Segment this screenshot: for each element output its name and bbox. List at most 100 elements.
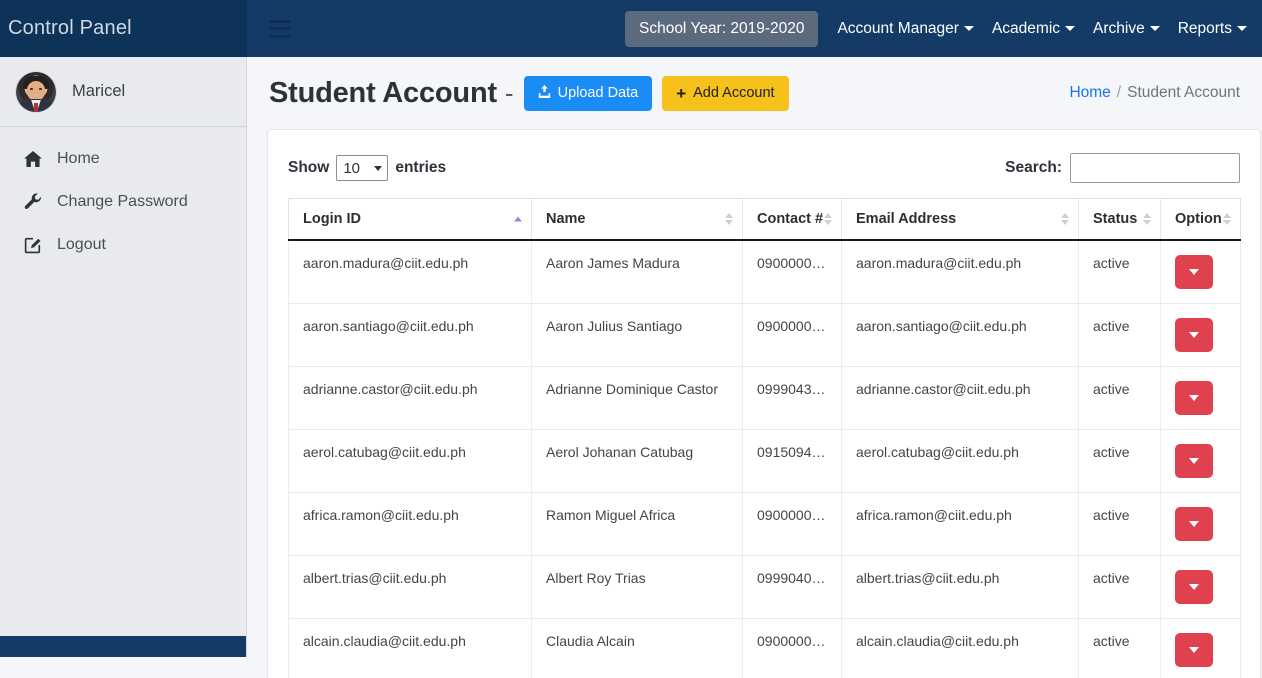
chevron-down-icon xyxy=(1150,26,1160,31)
main-content: Student Account - Upload Data + Add Acco… xyxy=(247,57,1262,678)
table-row: africa.ramon@ciit.edu.phRamon Miguel Afr… xyxy=(289,493,1241,556)
cell-email: africa.ramon@ciit.edu.ph xyxy=(842,493,1079,556)
cell-name: Claudia Alcain xyxy=(532,619,743,678)
sidebar-item-home[interactable]: Home xyxy=(0,137,246,180)
add-account-button[interactable]: + Add Account xyxy=(662,76,788,111)
option-dropdown-button[interactable] xyxy=(1175,507,1213,541)
page-length-control: Show 102550100 entries xyxy=(288,155,446,181)
show-label: Show xyxy=(288,159,329,177)
cell-contact: 09150940918 xyxy=(743,430,842,493)
cell-option xyxy=(1161,240,1241,304)
sidebar-item-logout[interactable]: Logout xyxy=(0,223,246,266)
breadcrumb-home-link[interactable]: Home xyxy=(1069,84,1110,101)
sort-icon xyxy=(824,213,832,225)
cell-name: Aerol Johanan Catubag xyxy=(532,430,743,493)
cell-name: Aaron James Madura xyxy=(532,240,743,304)
sort-icon xyxy=(725,213,733,225)
sidebar: Maricel Home Change Password xyxy=(0,57,247,657)
datatable-controls: Show 102550100 entries Search: xyxy=(288,148,1240,188)
avatar xyxy=(16,72,56,112)
page-length-select[interactable]: 102550100 xyxy=(336,155,388,181)
cell-login-id: aaron.santiago@ciit.edu.ph xyxy=(289,304,532,367)
cell-login-id: albert.trias@ciit.edu.ph xyxy=(289,556,532,619)
navbar-menu: School Year: 2019-2020 Account Manager A… xyxy=(625,11,1256,47)
option-dropdown-button[interactable] xyxy=(1175,570,1213,604)
upload-data-button-label: Upload Data xyxy=(558,85,639,101)
add-account-button-label: Add Account xyxy=(693,85,774,101)
table-row: alcain.claudia@ciit.edu.ph Claudia Alcain… xyxy=(289,619,1241,678)
sidebar-item-change-password[interactable]: Change Password xyxy=(0,180,246,223)
column-header-login-id-label: Login ID xyxy=(303,211,361,227)
chevron-down-icon xyxy=(1189,395,1199,401)
cell-status: active xyxy=(1079,556,1161,619)
chevron-down-icon xyxy=(1065,26,1075,31)
student-account-table: Login ID Name Contact # xyxy=(288,198,1241,678)
sort-ascending-icon xyxy=(514,217,522,222)
sidebar-user-name: Maricel xyxy=(72,82,125,101)
cell-login-id: adrianne.castor@ciit.edu.ph xyxy=(289,367,532,430)
brand-block: Control Panel xyxy=(0,0,247,57)
cell-email: adrianne.castor@ciit.edu.ph xyxy=(842,367,1079,430)
hamburger-icon[interactable] xyxy=(269,20,291,38)
search-input[interactable] xyxy=(1070,153,1240,183)
column-header-contact-label: Contact # xyxy=(757,211,823,227)
school-year-pill[interactable]: School Year: 2019-2020 xyxy=(625,11,818,47)
cell-status: active xyxy=(1079,430,1161,493)
option-dropdown-button[interactable] xyxy=(1175,255,1213,289)
chevron-down-icon xyxy=(1189,269,1199,275)
cell-contact: 09990430044 xyxy=(743,367,842,430)
option-dropdown-button[interactable] xyxy=(1175,633,1213,667)
sidebar-item-home-label: Home xyxy=(57,150,100,168)
column-header-email-label: Email Address xyxy=(856,211,956,227)
option-dropdown-button[interactable] xyxy=(1175,444,1213,478)
nav-item-account-manager[interactable]: Account Manager xyxy=(828,12,983,46)
cell-option xyxy=(1161,493,1241,556)
table-row: aaron.madura@ciit.edu.ph Aaron James Madu… xyxy=(289,240,1241,304)
page-header: Student Account - Upload Data + Add Acco… xyxy=(247,57,1262,129)
column-header-name[interactable]: Name xyxy=(532,199,743,241)
nav-item-archive-label: Archive xyxy=(1093,20,1145,38)
cell-email: aaron.madura@ciit.edu.ph xyxy=(842,240,1079,304)
sidebar-user-panel[interactable]: Maricel xyxy=(0,57,246,127)
cell-email: aaron.santiago@ciit.edu.ph xyxy=(842,304,1079,367)
option-dropdown-button[interactable] xyxy=(1175,318,1213,352)
home-icon xyxy=(22,151,44,167)
page-title-dash: - xyxy=(505,78,514,109)
sidebar-menu: Home Change Password Logout xyxy=(0,127,246,266)
column-header-contact[interactable]: Contact # xyxy=(743,199,842,241)
nav-item-academic[interactable]: Academic xyxy=(983,12,1084,46)
edit-square-icon xyxy=(22,236,44,254)
cell-name: Ramon Miguel Africa xyxy=(532,493,743,556)
column-header-option[interactable]: Option xyxy=(1161,199,1241,241)
column-header-status[interactable]: Status xyxy=(1079,199,1161,241)
cell-email: alcain.claudia@ciit.edu.ph xyxy=(842,619,1079,678)
cell-status: active xyxy=(1079,619,1161,678)
sort-icon xyxy=(1223,213,1231,225)
column-header-login-id[interactable]: Login ID xyxy=(289,199,532,241)
column-header-status-label: Status xyxy=(1093,211,1137,227)
upload-data-button[interactable]: Upload Data xyxy=(524,76,653,111)
cell-contact: 09000000003 xyxy=(743,304,842,367)
cell-option xyxy=(1161,556,1241,619)
breadcrumb: Home/Student Account xyxy=(1069,84,1240,102)
wrench-icon xyxy=(22,193,44,211)
sidebar-item-logout-label: Logout xyxy=(57,236,106,254)
nav-item-archive[interactable]: Archive xyxy=(1084,12,1169,46)
plus-icon: + xyxy=(676,85,686,102)
nav-item-reports[interactable]: Reports xyxy=(1169,12,1256,46)
top-navbar: Control Panel School Year: 2019-2020 Acc… xyxy=(0,0,1262,57)
cell-login-id: africa.ramon@ciit.edu.ph xyxy=(289,493,532,556)
chevron-down-icon xyxy=(1189,584,1199,590)
cell-status: active xyxy=(1079,304,1161,367)
table-row: adrianne.castor@ciit.edu.phAdrianne Domi… xyxy=(289,367,1241,430)
table-body: aaron.madura@ciit.edu.ph Aaron James Madu… xyxy=(289,240,1241,678)
column-header-email[interactable]: Email Address xyxy=(842,199,1079,241)
navbar-right: School Year: 2019-2020 Account Manager A… xyxy=(247,0,1262,57)
brand-title: Control Panel xyxy=(8,17,132,40)
app-root: Control Panel School Year: 2019-2020 Acc… xyxy=(0,0,1262,678)
option-dropdown-button[interactable] xyxy=(1175,381,1213,415)
search-label: Search: xyxy=(1005,159,1062,177)
cell-login-id: aerol.catubag@ciit.edu.ph xyxy=(289,430,532,493)
cell-name: Adrianne Dominique Castor xyxy=(532,367,743,430)
cell-contact: 0900000005 xyxy=(743,619,842,678)
